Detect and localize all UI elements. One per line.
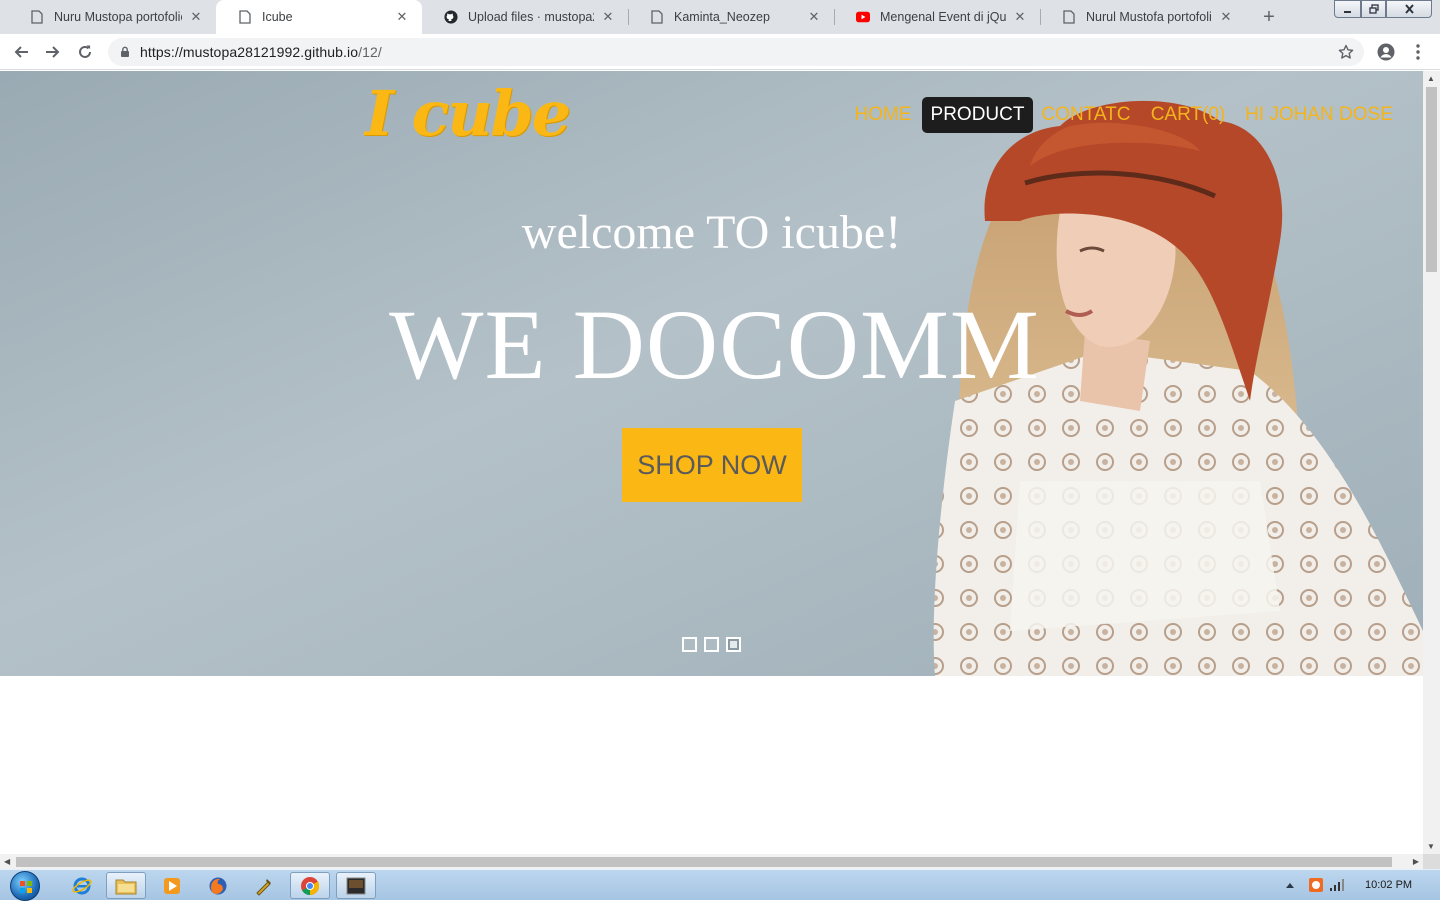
github-icon xyxy=(444,10,458,24)
tab-icube[interactable]: Icube ✕ xyxy=(216,0,422,34)
back-button[interactable] xyxy=(8,39,34,65)
tab-close-icon[interactable]: ✕ xyxy=(806,9,822,25)
nav-home[interactable]: HOME xyxy=(850,97,916,133)
start-button[interactable] xyxy=(6,870,44,901)
url-path: /12/ xyxy=(358,44,382,60)
horizontal-scroll-thumb[interactable] xyxy=(16,857,1392,867)
tab-nurul-mustofa-portofolio[interactable]: Nurul Mustofa portofolio ✕ xyxy=(1040,0,1246,34)
page-icon xyxy=(1062,10,1076,24)
taskbar-terminal[interactable] xyxy=(336,872,376,899)
hero-welcome-text: welcome TO icube! xyxy=(521,206,902,259)
windows-logo-icon xyxy=(10,870,40,901)
tab-close-icon[interactable]: ✕ xyxy=(600,9,616,25)
menu-button[interactable] xyxy=(1405,39,1431,65)
terminal-icon xyxy=(346,877,366,894)
reload-button[interactable] xyxy=(72,39,98,65)
show-hidden-icons-icon[interactable] xyxy=(1285,881,1295,889)
app-tray-icon[interactable] xyxy=(1307,876,1325,894)
forward-button[interactable] xyxy=(40,39,66,65)
taskbar-tool[interactable] xyxy=(244,872,284,899)
slide-dot-3[interactable] xyxy=(726,637,741,652)
account-icon xyxy=(1377,43,1395,61)
slider-indicators xyxy=(682,637,741,652)
address-bar[interactable]: https://mustopa28121992.github.io/12/ xyxy=(108,38,1364,66)
tab-kaminta-neozep[interactable]: Kaminta_Neozep ✕ xyxy=(628,0,834,34)
browser-tab-strip: Nuru Mustopa portofolio ✕ Icube ✕ Upload… xyxy=(0,0,1440,34)
reload-icon xyxy=(79,45,91,58)
shop-now-button[interactable]: SHOP NOW xyxy=(622,428,802,502)
url-text: https://mustopa28121992.github.io/12/ xyxy=(140,44,382,60)
chrome-icon xyxy=(301,876,320,895)
slide-dot-1[interactable] xyxy=(682,637,697,652)
tab-title: Mengenal Event di jQuery xyxy=(880,10,1006,24)
kebab-menu-icon xyxy=(1416,44,1420,60)
taskbar-internet-explorer[interactable] xyxy=(62,872,102,899)
lock-icon xyxy=(121,46,129,57)
tab-title: Nuru Mustopa portofolio xyxy=(54,10,182,24)
forward-arrow-icon xyxy=(46,46,60,58)
network-signal-icon[interactable] xyxy=(1329,878,1345,892)
taskbar-clock[interactable]: 10:02 PM xyxy=(1365,879,1412,891)
taskbar-firefox[interactable] xyxy=(198,872,238,899)
site-logo[interactable]: I cube xyxy=(365,77,571,150)
new-tab-button[interactable]: + xyxy=(1255,4,1283,30)
tab-mengenal-event-jquery[interactable]: Mengenal Event di jQuery ✕ xyxy=(834,0,1040,34)
slide-dot-2[interactable] xyxy=(704,637,719,652)
tab-title: Nurul Mustofa portofolio xyxy=(1086,10,1212,24)
tab-title: Upload files · mustopa2812 xyxy=(468,10,594,24)
minimize-button[interactable] xyxy=(1334,0,1361,18)
page-icon xyxy=(650,10,664,24)
page-viewport: I cube HOME PRODUCT CONTATC CART(0) HI J… xyxy=(0,71,1423,854)
tab-title: Icube xyxy=(262,10,293,24)
nav-cart[interactable]: CART(0) xyxy=(1146,97,1230,133)
close-window-button[interactable] xyxy=(1386,0,1432,18)
window-controls xyxy=(1334,0,1432,18)
firefox-icon xyxy=(209,877,227,894)
tab-close-icon[interactable]: ✕ xyxy=(1012,9,1028,25)
restore-button[interactable] xyxy=(1361,0,1386,18)
url-host: https://mustopa28121992.github.io xyxy=(140,44,359,60)
scroll-up-arrow-icon[interactable]: ▲ xyxy=(1427,74,1435,83)
vertical-scrollbar[interactable]: ▲ ▼ xyxy=(1423,71,1440,854)
page-icon xyxy=(30,10,44,24)
taskbar-file-explorer[interactable] xyxy=(106,872,146,899)
back-arrow-icon xyxy=(14,46,28,58)
tab-close-icon[interactable]: ✕ xyxy=(1218,9,1234,25)
file-explorer-icon xyxy=(115,879,137,894)
nav-user-greeting[interactable]: HI JOHAN DOSE xyxy=(1244,97,1394,133)
scroll-down-arrow-icon[interactable]: ▼ xyxy=(1427,842,1435,851)
tool-icon xyxy=(256,878,271,896)
youtube-icon xyxy=(856,10,870,24)
scroll-right-arrow-icon[interactable]: ▶ xyxy=(1413,857,1419,866)
scrollbar-corner xyxy=(1423,854,1440,869)
horizontal-scrollbar[interactable]: ◀ ▶ xyxy=(0,854,1423,869)
media-player-icon xyxy=(164,877,180,894)
tab-title: Kaminta_Neozep xyxy=(674,10,770,24)
hero-headline: WE DOCOMM xyxy=(389,289,1040,400)
vertical-scroll-thumb[interactable] xyxy=(1426,87,1437,272)
nav-product[interactable]: PRODUCT xyxy=(922,97,1033,133)
browser-toolbar: https://mustopa28121992.github.io/12/ xyxy=(0,34,1440,70)
tab-close-icon[interactable]: ✕ xyxy=(394,9,410,25)
tab-upload-files[interactable]: Upload files · mustopa2812 ✕ xyxy=(422,0,628,34)
nav-contact[interactable]: CONTATC xyxy=(1040,97,1132,133)
bookmark-star-icon[interactable] xyxy=(1338,44,1354,60)
tab-close-icon[interactable]: ✕ xyxy=(188,9,204,25)
profile-button[interactable] xyxy=(1373,39,1399,65)
hero-slider: I cube HOME PRODUCT CONTATC CART(0) HI J… xyxy=(0,71,1423,676)
taskbar-chrome[interactable] xyxy=(290,872,330,899)
taskbar-media-player[interactable] xyxy=(152,872,192,899)
scroll-left-arrow-icon[interactable]: ◀ xyxy=(4,857,10,866)
tab-nuru-mustopa-portofolio[interactable]: Nuru Mustopa portofolio ✕ xyxy=(8,0,216,34)
page-icon xyxy=(238,10,252,24)
windows-taskbar: 10:02 PM xyxy=(0,869,1440,901)
internet-explorer-icon xyxy=(72,877,92,894)
